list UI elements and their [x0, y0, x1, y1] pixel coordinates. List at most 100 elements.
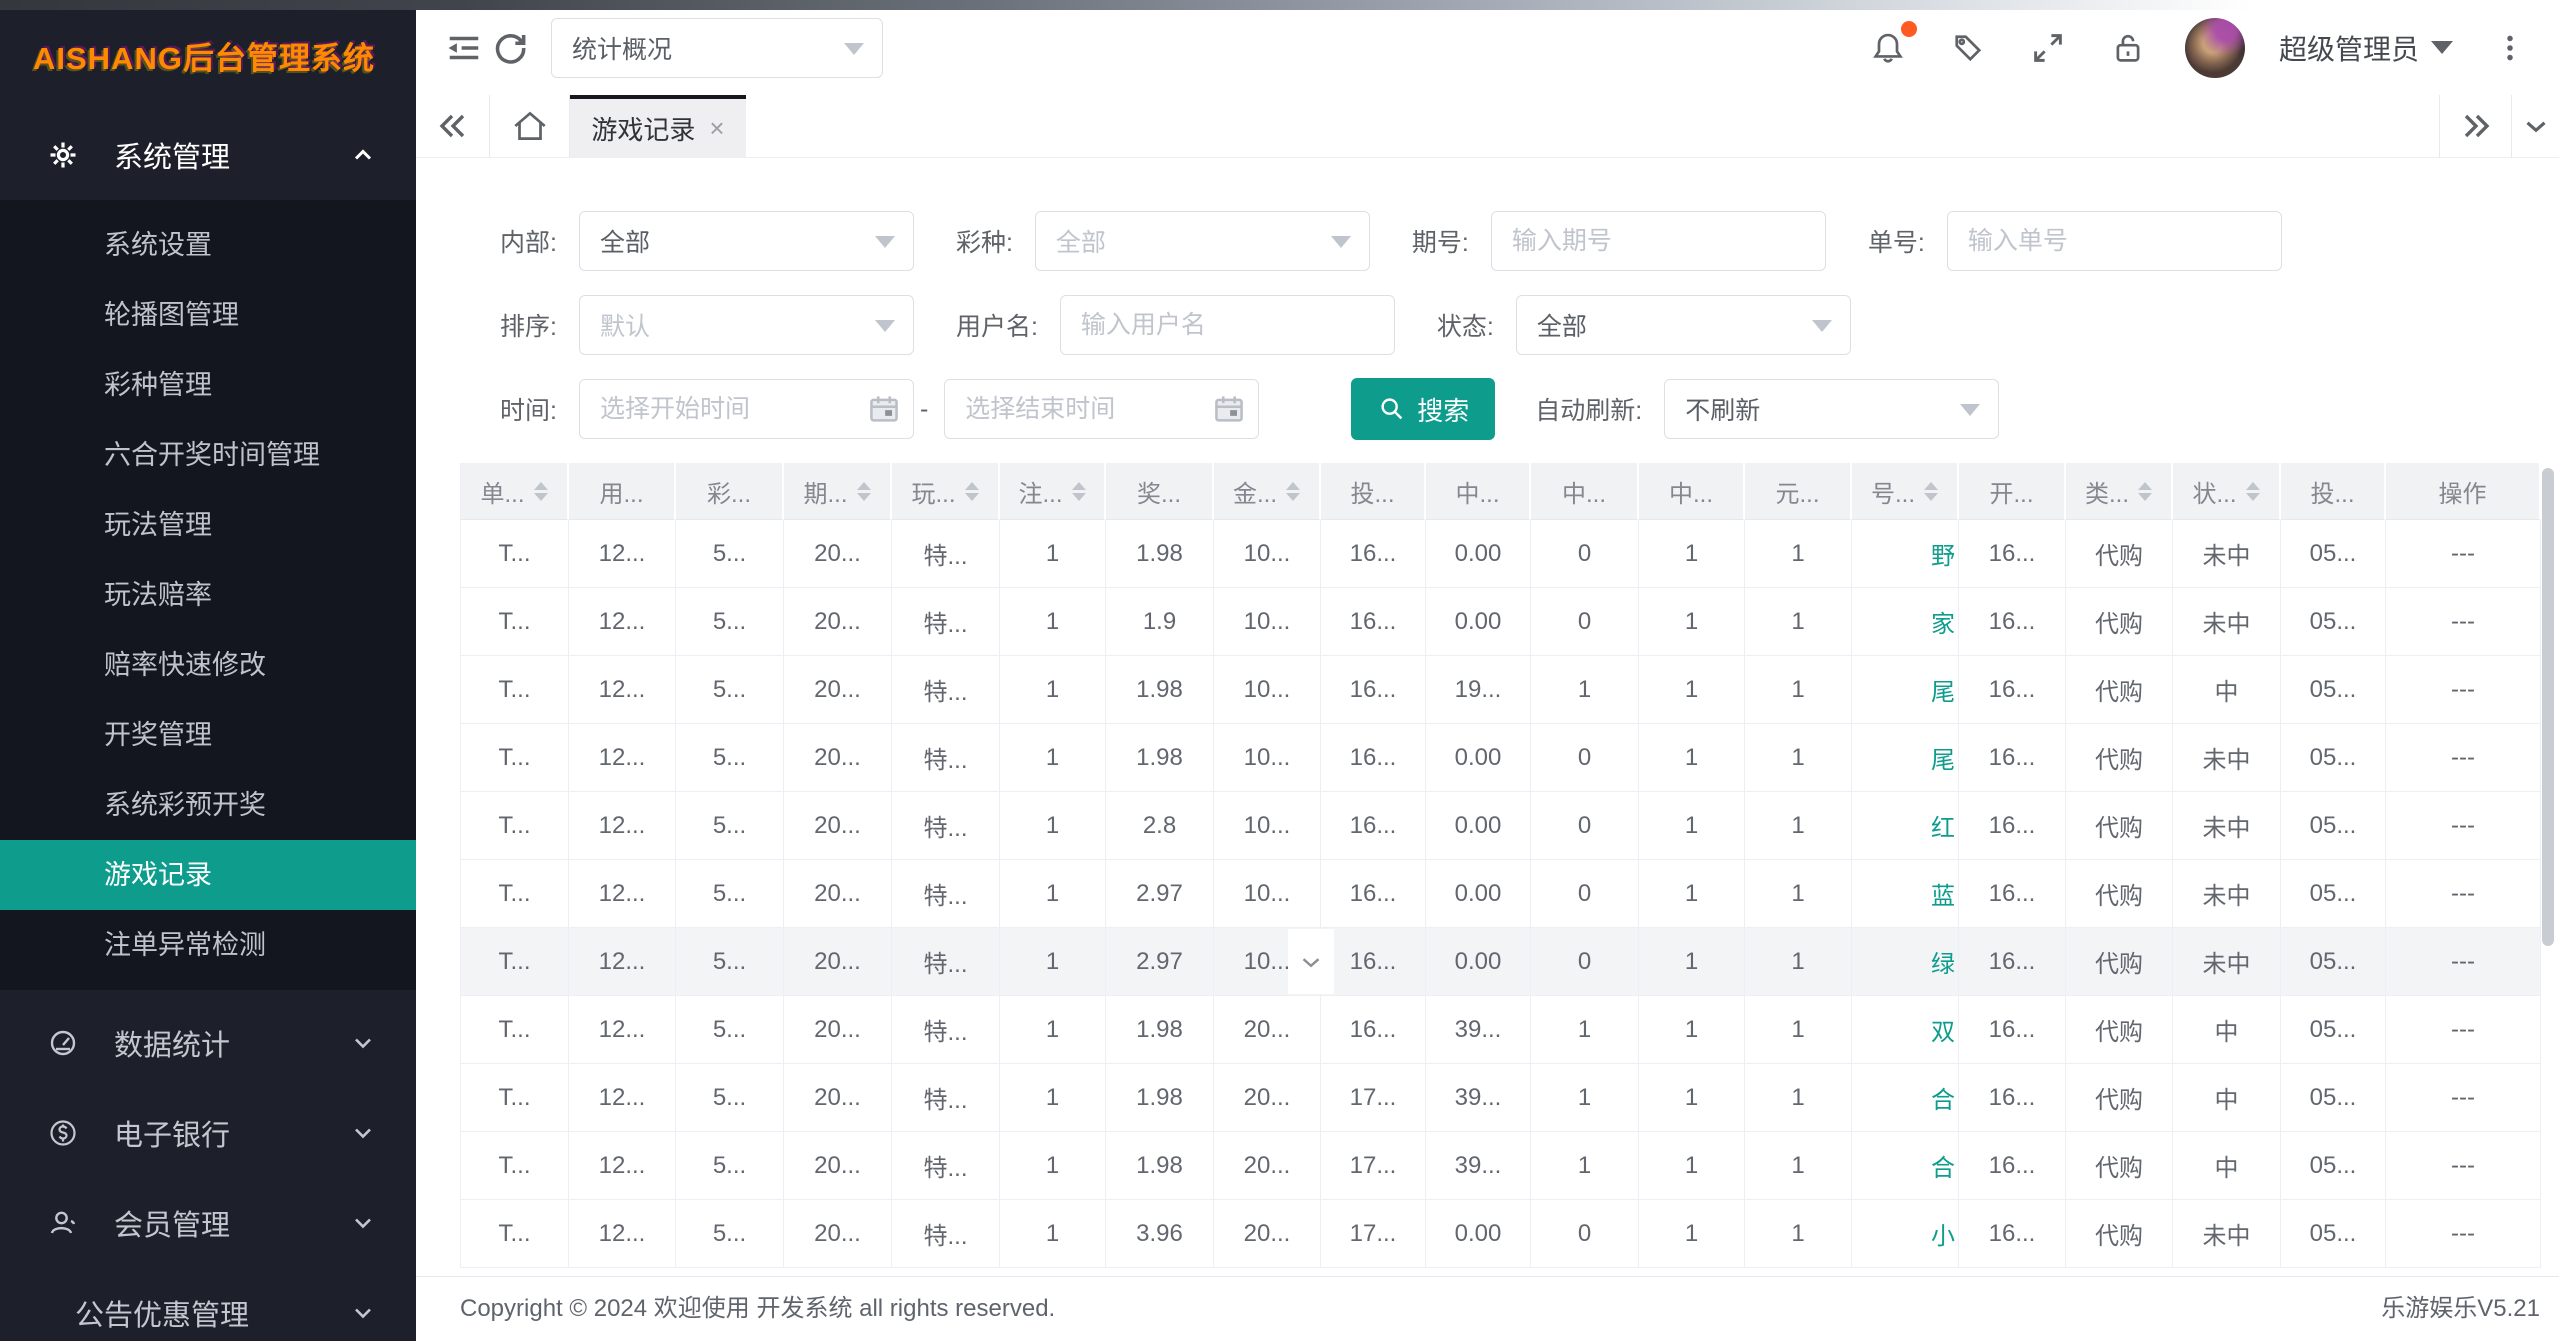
bet-number-link[interactable]: 尾 — [1852, 656, 1959, 724]
bet-number-link[interactable]: 合 — [1852, 1132, 1959, 1200]
sidebar-subitem[interactable]: 系统设置 — [0, 210, 416, 280]
sidebar-subitem[interactable]: 彩种管理 — [0, 350, 416, 420]
end-date-input[interactable] — [944, 379, 1259, 439]
sidebar-subitem[interactable]: 轮播图管理 — [0, 280, 416, 350]
sort-carets-icon[interactable] — [857, 482, 871, 501]
table-row[interactable]: T...12...5...20...特...11.9810...16...0.0… — [461, 724, 2540, 792]
table-row[interactable]: T...12...5...20...特...13.9620...17...0.0… — [461, 1200, 2540, 1268]
tab-game-records[interactable]: 游戏记录 × — [570, 95, 746, 157]
sort-carets-icon[interactable] — [1286, 482, 1300, 501]
table-column-header[interactable]: 单... — [461, 463, 569, 520]
table-column-header[interactable]: 操作 — [2386, 463, 2541, 520]
bet-number-link[interactable]: 绿 — [1852, 928, 1959, 996]
tab-close-icon[interactable]: × — [709, 113, 724, 144]
bet-number-link[interactable]: 红 — [1852, 792, 1959, 860]
table-row[interactable]: T...12...5...20...特...11.9810...16...19.… — [461, 656, 2540, 724]
table-row[interactable]: T...12...5...20...特...12.9710...16...0.0… — [461, 860, 2540, 928]
search-button[interactable]: 搜索 — [1351, 378, 1495, 440]
table-row[interactable]: T...12...5...20...特...11.9820...16...39.… — [461, 996, 2540, 1064]
tabs-scroll-right-icon[interactable] — [2439, 95, 2511, 157]
user-menu[interactable]: 超级管理员 — [2279, 28, 2453, 68]
start-date-picker[interactable] — [579, 379, 914, 439]
bet-number-link[interactable]: 蓝 — [1852, 860, 1959, 928]
auto-refresh-select[interactable]: 不刷新 — [1664, 379, 1999, 439]
filter-select[interactable]: 全部 — [579, 211, 914, 271]
table-column-header[interactable]: 期... — [784, 463, 892, 520]
end-date-picker[interactable] — [944, 379, 1259, 439]
sort-carets-icon[interactable] — [2138, 482, 2152, 501]
table-cell: 1 — [1745, 996, 1852, 1064]
table-column-header[interactable]: 投... — [1321, 463, 1426, 520]
sort-carets-icon[interactable] — [1924, 482, 1938, 501]
filter-input[interactable] — [1060, 295, 1395, 355]
table-cell: 代购 — [2066, 792, 2173, 860]
filter-input[interactable] — [1947, 211, 2282, 271]
lock-icon[interactable] — [2105, 25, 2151, 71]
table-column-header[interactable]: 开... — [1959, 463, 2066, 520]
bet-number-link[interactable]: 尾 — [1852, 724, 1959, 792]
avatar[interactable] — [2185, 18, 2245, 78]
table-column-header[interactable]: 彩... — [676, 463, 784, 520]
fullscreen-icon[interactable] — [2025, 25, 2071, 71]
table-row[interactable]: T...12...5...20...特...11.9820...17...39.… — [461, 1132, 2540, 1200]
sidebar-section[interactable]: 电子银行 — [0, 1088, 416, 1178]
table-column-header[interactable]: 玩... — [892, 463, 1000, 520]
sidebar-subitem[interactable]: 注单异常检测 — [0, 910, 416, 980]
sidebar-subitem-active[interactable]: 游戏记录 — [0, 840, 416, 910]
sidebar-section[interactable]: 数据统计 — [0, 998, 416, 1088]
filter-select[interactable]: 默认 — [579, 295, 914, 355]
bet-number-link[interactable]: 合 — [1852, 1064, 1959, 1132]
sidebar-subitem[interactable]: 开奖管理 — [0, 700, 416, 770]
tag-icon[interactable] — [1945, 25, 1991, 71]
table-column-header[interactable]: 金... — [1214, 463, 1321, 520]
sort-carets-icon[interactable] — [965, 482, 979, 501]
sidebar-subitem[interactable]: 玩法赔率 — [0, 560, 416, 630]
sidebar-subitem[interactable]: 赔率快速修改 — [0, 630, 416, 700]
table-column-header[interactable]: 类... — [2066, 463, 2173, 520]
table-row[interactable]: T...12...5...20...特...11.9810...16...0.0… — [461, 520, 2540, 588]
notifications-bell-icon[interactable] — [1865, 25, 1911, 71]
sort-carets-icon[interactable] — [534, 482, 548, 501]
table-column-header[interactable]: 用... — [569, 463, 676, 520]
table-column-header[interactable]: 注... — [1000, 463, 1106, 520]
sidebar-collapse-icon[interactable] — [441, 25, 487, 71]
sort-carets-icon[interactable] — [1072, 482, 1086, 501]
sort-carets-icon[interactable] — [2246, 482, 2260, 501]
page-select[interactable]: 统计概况 — [551, 18, 883, 78]
table-column-header[interactable]: 号... — [1852, 463, 1959, 520]
table-column-header[interactable]: 中... — [1639, 463, 1745, 520]
table-column-header[interactable]: 中... — [1531, 463, 1639, 520]
table-column-header[interactable]: 状... — [2173, 463, 2281, 520]
table-column-header[interactable]: 中... — [1426, 463, 1531, 520]
bet-number-link[interactable]: 小 — [1852, 1200, 1959, 1268]
table-row[interactable]: T...12...5...20...特...12.810...16...0.00… — [461, 792, 2540, 860]
table-column-header[interactable]: 奖... — [1106, 463, 1214, 520]
filter-select[interactable]: 全部 — [1516, 295, 1851, 355]
sidebar-subitem[interactable]: 玩法管理 — [0, 490, 416, 560]
table-column-header[interactable]: 投... — [2281, 463, 2386, 520]
table-row[interactable]: T...12...5...20...特...11.910...16...0.00… — [461, 588, 2540, 656]
filter-input[interactable] — [1491, 211, 1826, 271]
refresh-icon[interactable] — [487, 25, 533, 71]
table-column-header[interactable]: 元... — [1745, 463, 1852, 520]
table-row[interactable]: T...12...5...20...特...11.9820...17...39.… — [461, 1064, 2540, 1132]
bet-number-link[interactable]: 野 — [1852, 520, 1959, 588]
table-vertical-scrollbar[interactable] — [2542, 468, 2554, 946]
bet-number-link[interactable]: 家 — [1852, 588, 1959, 656]
filter-select[interactable]: 全部 — [1035, 211, 1370, 271]
sidebar-section[interactable]: 公告优惠管理 — [0, 1268, 416, 1341]
sidebar-subitem[interactable]: 六合开奖时间管理 — [0, 420, 416, 490]
sidebar-subitem[interactable]: 系统彩预开奖 — [0, 770, 416, 840]
sidebar-section[interactable]: 会员管理 — [0, 1178, 416, 1268]
sidebar-section[interactable]: 系统管理 — [0, 110, 416, 200]
chevron-down-icon — [1812, 320, 1832, 332]
tabs-dropdown-icon[interactable] — [2511, 95, 2559, 157]
home-icon[interactable] — [490, 95, 570, 157]
kebab-menu-icon[interactable] — [2487, 25, 2533, 71]
start-date-input[interactable] — [579, 379, 914, 439]
version-text: 乐游娱乐V5.21 — [2381, 1288, 2540, 1323]
tabs-scroll-left-icon[interactable] — [416, 95, 490, 157]
table-row[interactable]: T...12...5...20...特...12.9710...16...0.0… — [461, 928, 2540, 996]
row-expand-chevron-icon[interactable] — [1288, 929, 1334, 994]
bet-number-link[interactable]: 双 — [1852, 996, 1959, 1064]
